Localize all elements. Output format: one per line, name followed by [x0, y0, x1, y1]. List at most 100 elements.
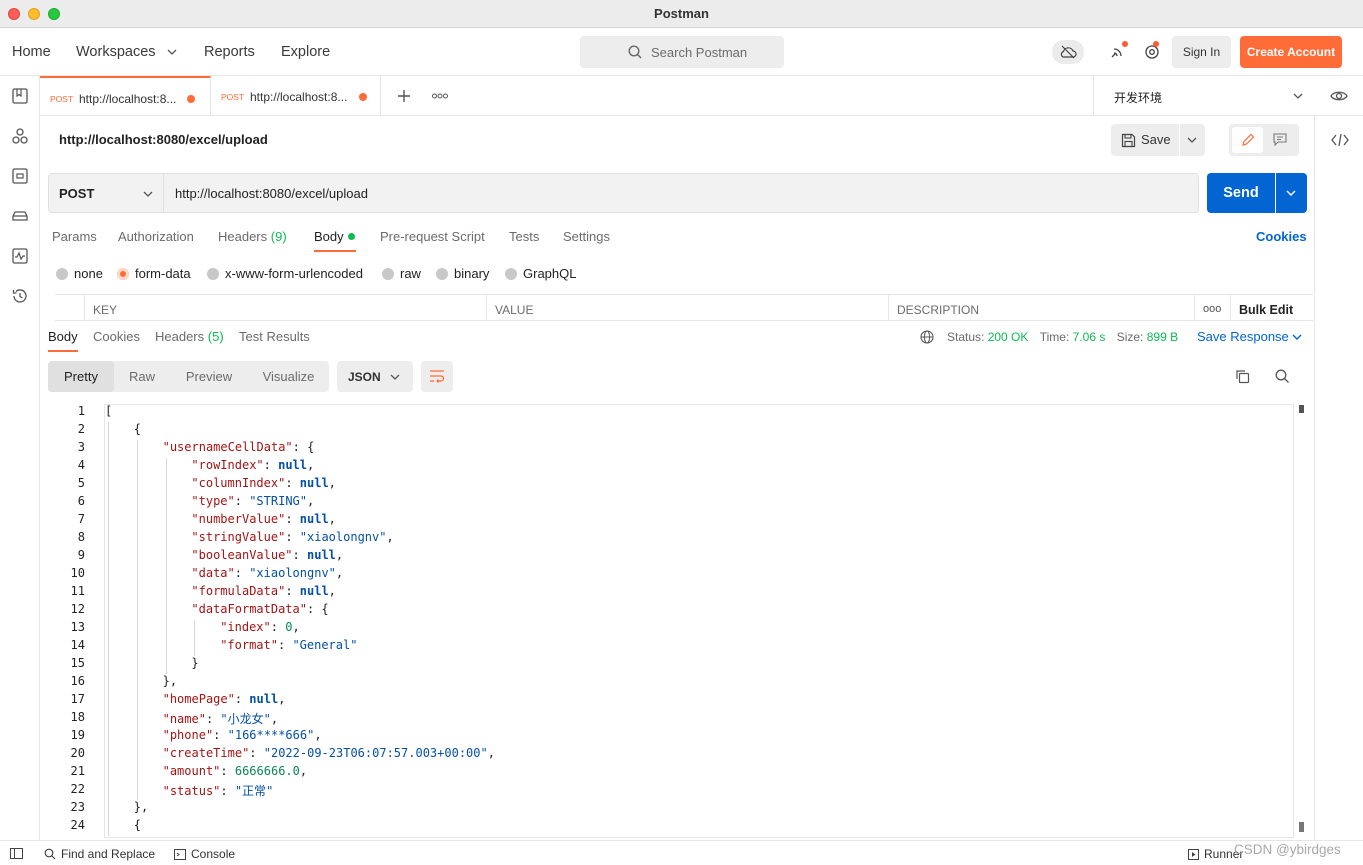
nav-reports[interactable]: Reports [204, 44, 255, 60]
radio-label: none [74, 266, 103, 281]
bulk-edit-button[interactable]: Bulk Edit [1230, 295, 1308, 321]
environment-selector[interactable]: 开发环境 [1093, 76, 1363, 116]
code-token: } [191, 656, 199, 670]
save-options-button[interactable] [1180, 124, 1205, 156]
edit-mode-button[interactable] [1232, 127, 1263, 153]
monitors-icon[interactable] [11, 247, 29, 265]
indent-guide [136, 566, 138, 584]
code-token: "xiaolongnv" [249, 566, 336, 580]
tab-pre-request-script[interactable]: Pre-request Script [380, 229, 485, 244]
code-token: "createTime" [162, 746, 250, 760]
view-preview[interactable]: Preview [170, 361, 248, 392]
console-button[interactable]: Console [174, 847, 235, 861]
request-title[interactable]: http://localhost:8080/excel/upload [59, 132, 268, 147]
radio-none[interactable]: none [56, 266, 103, 281]
sign-in-button[interactable]: Sign In [1172, 36, 1231, 68]
response-tab-cookies[interactable]: Cookies [93, 329, 140, 344]
indent-guide [165, 512, 167, 530]
radio-indicator [505, 267, 517, 280]
line-number: 16 [70, 674, 85, 688]
code-token: "homePage" [162, 692, 235, 706]
indent-guide [108, 476, 109, 494]
cookies-link[interactable]: Cookies [1256, 229, 1307, 244]
response-tab-body[interactable]: Body [48, 329, 78, 344]
code-token: : [234, 494, 250, 508]
url-input[interactable]: http://localhost:8080/excel/upload [163, 173, 1199, 213]
plus-icon[interactable] [397, 89, 411, 103]
view-visualize[interactable]: Visualize [248, 361, 329, 392]
size-value[interactable]: 899 B [1147, 330, 1178, 344]
chevron-down-icon[interactable] [1292, 333, 1302, 341]
tab-tests[interactable]: Tests [509, 229, 539, 244]
code-token: , [335, 548, 344, 562]
tab-params[interactable]: Params [52, 229, 97, 244]
indent-guide [108, 746, 109, 764]
code-token: , [386, 530, 394, 544]
request-tab[interactable]: POST http://localhost:8... [40, 76, 211, 116]
find-replace-button[interactable]: Find and Replace [44, 847, 155, 861]
tab-settings[interactable]: Settings [563, 229, 610, 244]
left-sidebar [0, 76, 40, 840]
indent-guide [108, 656, 109, 674]
nav-workspaces[interactable]: Workspaces [76, 44, 156, 60]
environment-name: 开发环境 [1114, 91, 1163, 105]
radio-form-data[interactable]: form-data [117, 266, 191, 281]
eye-icon[interactable] [1330, 89, 1348, 103]
line-number: 22 [70, 782, 85, 796]
view-pretty[interactable]: Pretty [48, 361, 114, 392]
nav-explore[interactable]: Explore [281, 44, 330, 60]
response-code-viewer[interactable]: 1[2{3 "usernameCellData": {4 "rowIndex": n… [55, 402, 1307, 838]
copy-icon[interactable] [1235, 369, 1250, 384]
time-value[interactable]: 7.06 s [1073, 330, 1106, 344]
status-value[interactable]: 200 OK [988, 330, 1029, 344]
radio-raw[interactable]: raw [382, 266, 421, 281]
code-token: "type" [191, 494, 235, 508]
code-token: , [335, 566, 344, 580]
view-raw[interactable]: Raw [114, 361, 170, 392]
column-options-button[interactable]: ooo [1194, 295, 1230, 321]
search-input[interactable]: Search Postman [580, 36, 784, 68]
response-tab-test-results[interactable]: Test Results [239, 329, 310, 344]
code-icon[interactable] [1331, 133, 1349, 147]
collections-icon[interactable] [11, 87, 29, 105]
save-button[interactable]: Save [1111, 124, 1179, 156]
radio-urlencoded[interactable]: x-www-form-urlencoded [207, 266, 363, 281]
create-account-button[interactable]: Create Account [1240, 36, 1342, 68]
apis-icon[interactable] [11, 127, 29, 145]
wrap-lines-button[interactable] [421, 361, 453, 392]
method-select[interactable]: POST [48, 173, 164, 213]
mock-servers-icon[interactable] [11, 207, 29, 225]
globe-icon[interactable] [920, 330, 934, 344]
save-response-button[interactable]: Save Response [1197, 329, 1289, 344]
sidebar-toggle-icon[interactable] [10, 848, 23, 859]
format-select[interactable]: JSON [337, 361, 413, 392]
scrollbar-thumb-bottom[interactable] [1299, 822, 1304, 832]
tab-headers[interactable]: Headers (9) [218, 229, 287, 244]
send-options-button[interactable] [1276, 173, 1307, 213]
gear-icon [1145, 41, 1159, 59]
line-number: 10 [70, 566, 85, 580]
tab-body[interactable]: Body [314, 229, 344, 244]
radio-binary[interactable]: binary [436, 266, 489, 281]
indent-guide [136, 512, 138, 530]
history-icon[interactable] [11, 287, 29, 305]
code-token: "numberValue" [191, 512, 286, 526]
satellite-icon-button[interactable] [1106, 40, 1130, 64]
radio-graphql[interactable]: GraphQL [505, 266, 576, 281]
tab-authorization[interactable]: Authorization [118, 229, 194, 244]
settings-button[interactable] [1141, 40, 1165, 64]
send-button[interactable]: Send [1207, 173, 1275, 213]
nav-home[interactable]: Home [12, 44, 51, 60]
indent-guide [136, 638, 138, 656]
environments-icon[interactable] [11, 167, 29, 185]
sync-status-button[interactable] [1052, 40, 1084, 64]
response-tab-headers[interactable]: Headers (5) [155, 329, 224, 344]
code-scrollbar[interactable] [1293, 404, 1307, 838]
unsaved-dot-icon [359, 93, 367, 101]
request-tab[interactable]: POST http://localhost:8... [211, 76, 381, 116]
search-icon[interactable] [1275, 369, 1290, 384]
comment-icon[interactable] [1273, 133, 1287, 146]
scrollbar-thumb-top[interactable] [1299, 405, 1304, 413]
line-number: 2 [77, 422, 85, 436]
more-tabs-icon[interactable] [432, 93, 448, 99]
